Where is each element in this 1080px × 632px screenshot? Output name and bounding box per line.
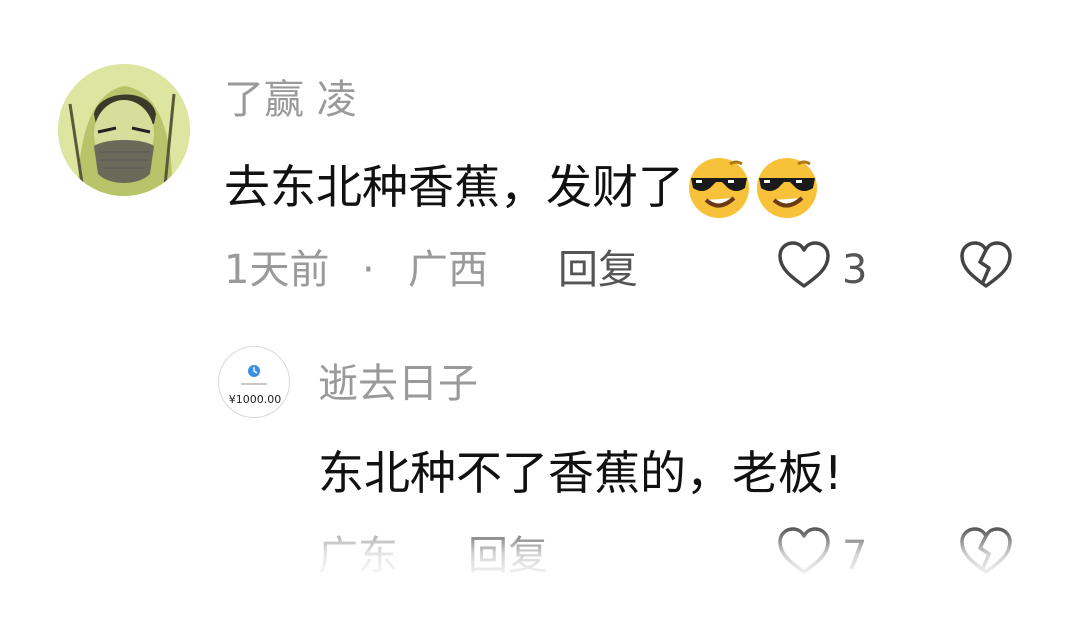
clock-payment-avatar-icon: [241, 365, 267, 385]
like-button[interactable]: [776, 238, 832, 294]
comment-username[interactable]: 了赢 凌: [224, 80, 357, 120]
like-count: 3: [842, 247, 868, 293]
reply-reply-button[interactable]: 回复: [468, 536, 548, 576]
meta-separator: ·: [362, 247, 375, 293]
comment-location: 广西: [408, 247, 488, 293]
reply-location: 广东: [318, 533, 398, 579]
broken-heart-icon: [960, 241, 1012, 288]
heart-outline-icon: [778, 527, 830, 574]
reply-username[interactable]: 逝去日子: [318, 364, 478, 404]
masked-person-avatar-icon: [58, 64, 190, 196]
comment-text: 去东北种香蕉，发财了: [224, 154, 820, 220]
dislike-button[interactable]: [958, 238, 1014, 294]
reply-avatar[interactable]: ¥1000.00: [218, 346, 290, 418]
sunglasses-grin-emoji-icon: [757, 158, 817, 218]
broken-heart-icon: [960, 527, 1012, 574]
comment-text-content: 去东北种香蕉，发财了: [224, 160, 684, 214]
reply-like-button[interactable]: [776, 524, 832, 580]
avatar[interactable]: [58, 64, 190, 196]
reply-text: 东北种不了香蕉的，老板!: [318, 446, 843, 500]
heart-outline-icon: [778, 241, 830, 288]
avatar-amount: ¥1000.00: [228, 393, 282, 406]
reply-like-count: 7: [842, 533, 868, 579]
sunglasses-grin-emoji-icon: [689, 158, 749, 218]
reply-button[interactable]: 回复: [558, 250, 638, 290]
comment-time: 1天前: [224, 247, 330, 293]
reply-dislike-button[interactable]: [958, 524, 1014, 580]
